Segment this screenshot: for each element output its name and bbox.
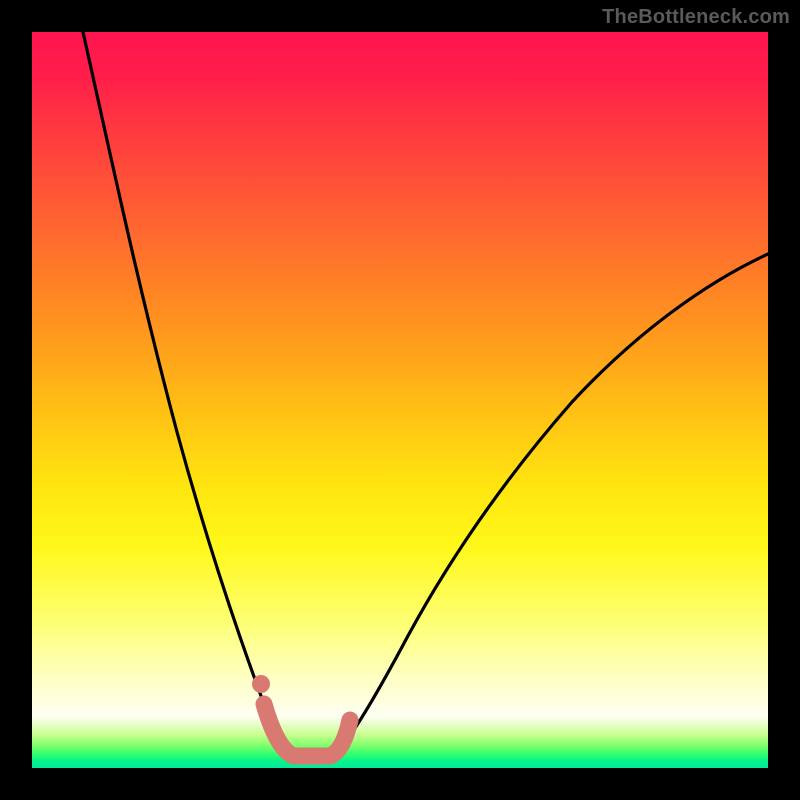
chart-container: TheBottleneck.com (0, 0, 800, 800)
bottleneck-curve-right (332, 254, 768, 758)
valley-marker-path (264, 704, 350, 756)
curve-layer (32, 32, 768, 768)
plot-area (32, 32, 768, 768)
valley-dot-icon (252, 675, 270, 693)
bottleneck-curve-left (83, 32, 292, 758)
attribution-text: TheBottleneck.com (602, 6, 790, 29)
